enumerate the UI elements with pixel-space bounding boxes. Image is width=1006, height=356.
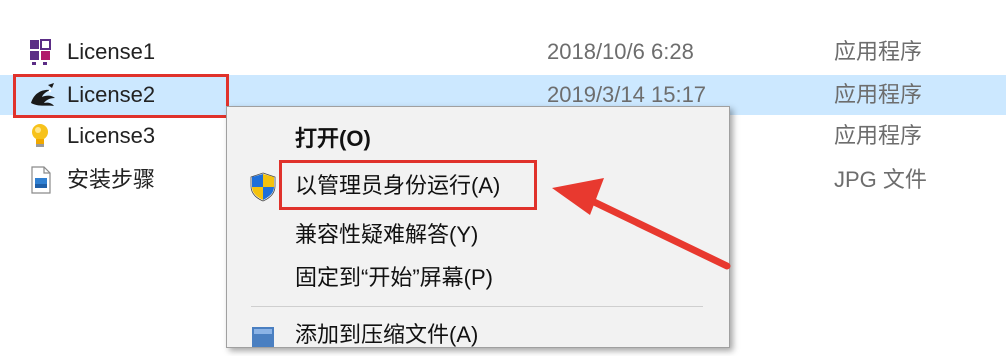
pointer-arrow-icon (552, 178, 731, 270)
